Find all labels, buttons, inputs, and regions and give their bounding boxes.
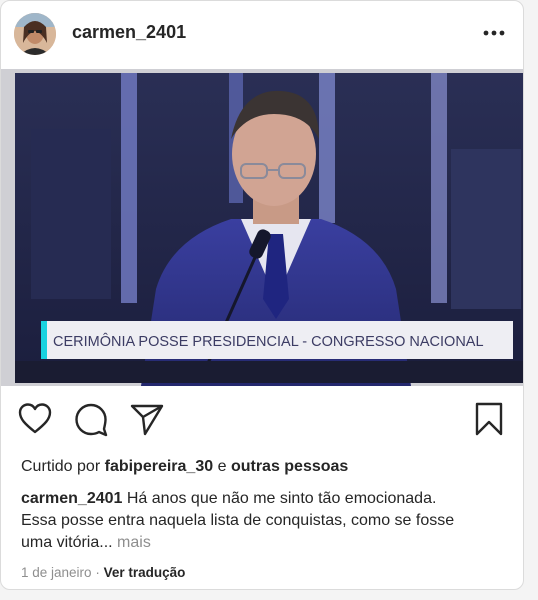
post-meta: 1 de janeiro · Ver tradução — [21, 565, 185, 580]
likes-others-link[interactable]: outras pessoas — [231, 458, 348, 475]
caption-username[interactable]: carmen_2401 — [21, 490, 122, 507]
lower-third-accent — [41, 321, 47, 359]
post-caption: carmen_2401 Há anos que não me sinto tão… — [21, 488, 461, 554]
comment-icon[interactable] — [73, 401, 109, 437]
likes-prefix: Curtido por — [21, 458, 101, 475]
lower-third-text: CERIMÔNIA POSSE PRESIDENCIAL - CONGRESSO… — [53, 333, 484, 350]
ellipsis-icon[interactable] — [481, 23, 507, 43]
avatar-image — [14, 13, 56, 55]
translate-link[interactable]: Ver tradução — [104, 565, 186, 580]
heart-icon[interactable] — [17, 401, 53, 437]
tv-broadcast-image: CERIMÔNIA POSSE PRESIDENCIAL - CONGRESSO… — [1, 69, 523, 386]
post-header: carmen_2401 — [1, 1, 523, 67]
post-username[interactable]: carmen_2401 — [72, 22, 186, 43]
post-media[interactable]: CERIMÔNIA POSSE PRESIDENCIAL - CONGRESSO… — [1, 69, 523, 386]
post-card: carmen_2401 CERIMÔNIA POSSE PRESIDENCIAL… — [0, 0, 524, 590]
post-date: 1 de janeiro — [21, 565, 92, 580]
likes-summary: Curtido por fabipereira_30 e outras pess… — [21, 458, 348, 476]
share-icon[interactable] — [129, 401, 165, 437]
meta-separator: · — [95, 565, 100, 580]
liker-username[interactable]: fabipereira_30 — [105, 458, 214, 475]
bookmark-icon[interactable] — [471, 401, 507, 437]
likes-joiner: e — [217, 458, 227, 475]
caption-more-link[interactable]: mais — [117, 534, 151, 551]
post-actions — [1, 397, 523, 443]
avatar[interactable] — [14, 13, 56, 55]
